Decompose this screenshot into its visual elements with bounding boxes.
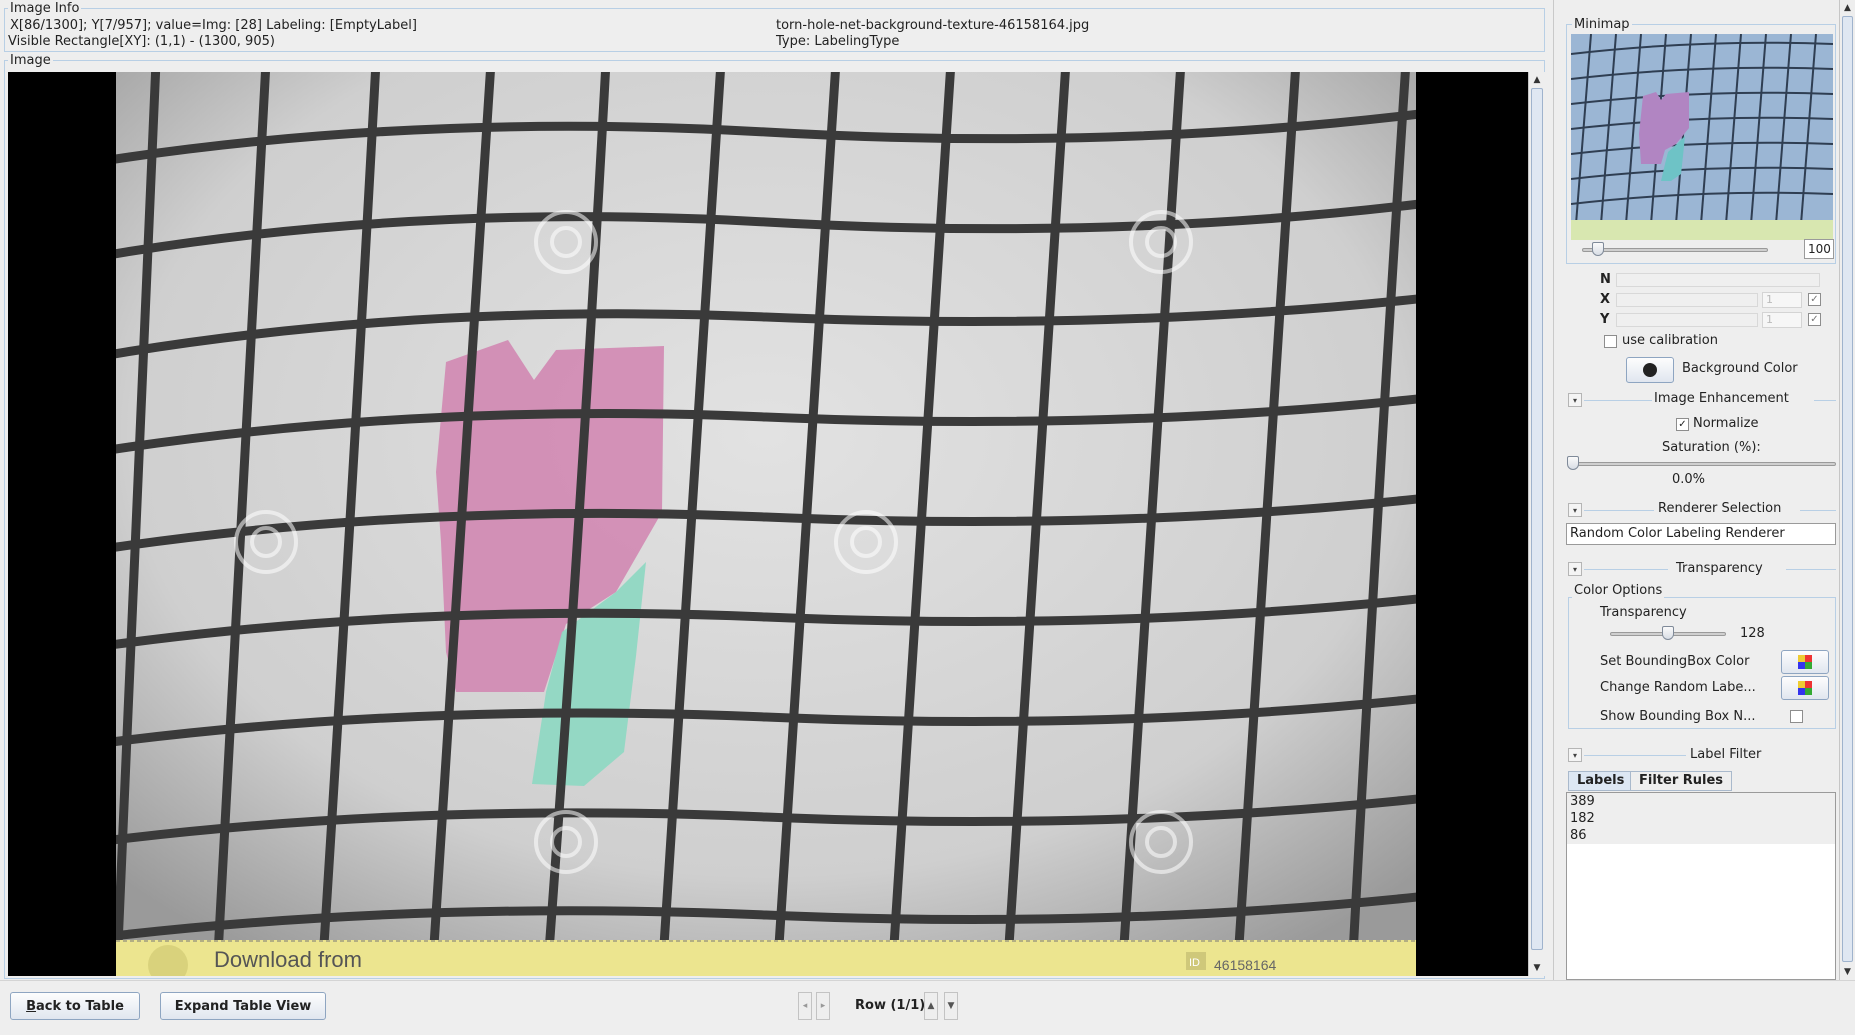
net-image: Download from ID 46158164 <box>116 72 1416 976</box>
change-random-label: Change Random Labe... <box>1600 680 1756 695</box>
panel-scroll-down-icon[interactable]: ▼ <box>1840 964 1855 980</box>
image-enhancement-line-right <box>1814 400 1836 401</box>
tab-labels[interactable]: Labels <box>1568 771 1634 791</box>
scroll-up-arrow-icon[interactable]: ▲ <box>1529 72 1545 88</box>
image-type: Type: LabelingType <box>776 34 900 49</box>
palette-icon <box>1798 655 1812 669</box>
x-checkbox[interactable]: ✓ <box>1808 293 1821 306</box>
image-vertical-scrollbar[interactable]: ▲ ▼ <box>1528 72 1545 976</box>
x-field: 1 <box>1762 292 1802 308</box>
background-color-label: Background Color <box>1682 361 1798 376</box>
panel-scroll-up-icon[interactable]: ▲ <box>1840 0 1855 16</box>
banner-download-text: Download from <box>214 947 362 972</box>
y-scrollbar <box>1616 313 1758 327</box>
saturation-label: Saturation (%): <box>1662 440 1761 455</box>
renderer-list[interactable]: Random Color Labeling Renderer <box>1566 523 1836 545</box>
color-options-title: Color Options <box>1572 583 1665 598</box>
renderer-line-right <box>1800 510 1836 511</box>
tab-filter-rules[interactable]: Filter Rules <box>1630 771 1733 791</box>
back-to-table-button[interactable]: Back to Table <box>10 992 140 1020</box>
normalize-label: Normalize <box>1693 416 1759 431</box>
cursor-coordinates: X[86/1300]; Y[7/957]; value=Img: [28] La… <box>10 18 417 33</box>
minimap-zoom-track[interactable] <box>1582 248 1768 252</box>
saturation-value: 0.0% <box>1672 472 1706 487</box>
image-enhancement-line-left <box>1584 400 1652 401</box>
list-item[interactable]: 182 <box>1567 810 1835 827</box>
y-label: Y <box>1600 312 1610 327</box>
renderer-selection-title: Renderer Selection <box>1658 501 1782 516</box>
change-random-label-button[interactable] <box>1781 676 1829 700</box>
renderer-line-left <box>1584 510 1654 511</box>
image-canvas[interactable]: Download from ID 46158164 <box>8 72 1528 976</box>
transparency-value: 128 <box>1740 626 1765 641</box>
palette-icon <box>1798 681 1812 695</box>
saturation-track[interactable] <box>1568 462 1836 466</box>
transparency-label: Transparency <box>1600 605 1687 620</box>
expand-table-view-button[interactable]: Expand Table View <box>160 992 326 1020</box>
color-dot-icon <box>1643 363 1657 377</box>
row-down-icon[interactable]: ▼ <box>944 992 958 1020</box>
label-filter-line-left <box>1584 755 1698 756</box>
right-settings-panel: ▲ ▼ Minimap 100 N X 1 ✓ Y 1 ✓ use calibr… <box>1553 0 1855 980</box>
label-filter-collapse-icon[interactable]: ▾ <box>1568 748 1582 762</box>
transparency-line-right <box>1786 569 1836 570</box>
image-info-title: Image Info <box>8 1 82 16</box>
background-color-button[interactable] <box>1626 357 1674 383</box>
y-checkbox[interactable]: ✓ <box>1808 313 1821 326</box>
list-item[interactable]: 389 <box>1567 793 1835 810</box>
list-item[interactable]: 86 <box>1567 827 1835 844</box>
use-calibration-checkbox[interactable] <box>1604 335 1617 348</box>
n-scrollbar <box>1616 273 1820 287</box>
minimap-banner <box>1571 220 1833 240</box>
y-field: 1 <box>1762 312 1802 328</box>
set-bbox-color-button[interactable] <box>1781 650 1829 674</box>
minimap-zoom-thumb[interactable] <box>1592 242 1604 256</box>
panel-vertical-scrollbar[interactable]: ▲ ▼ <box>1839 0 1855 980</box>
row-up-icon[interactable]: ▲ <box>924 992 938 1020</box>
image-filename: torn-hole-net-background-texture-4615816… <box>776 18 1090 33</box>
row-next-icon[interactable]: ▸ <box>816 992 830 1020</box>
image-enhancement-collapse-icon[interactable]: ▾ <box>1568 393 1582 407</box>
show-bbox-name-checkbox[interactable] <box>1790 710 1803 723</box>
banner-id-number: 46158164 <box>1214 957 1277 973</box>
bottom-toolbar: Back to Table Expand Table View ◂ ▸ Row … <box>0 980 1855 1035</box>
visible-rectangle: Visible Rectangle[XY]: (1,1) - (1300, 90… <box>8 34 275 49</box>
n-label: N <box>1600 272 1611 287</box>
minimap-view[interactable] <box>1571 34 1833 240</box>
image-panel-title: Image <box>8 53 53 68</box>
labels-list[interactable]: 389 182 86 <box>1566 792 1836 980</box>
scroll-thumb[interactable] <box>1531 88 1543 950</box>
image-enhancement-title: Image Enhancement <box>1654 391 1789 406</box>
saturation-thumb[interactable] <box>1567 456 1579 470</box>
minimap-title: Minimap <box>1572 17 1632 32</box>
transparency-thumb[interactable] <box>1662 626 1674 640</box>
transparency-line-left <box>1584 569 1668 570</box>
banner-id-label: ID <box>1189 957 1200 969</box>
minimap-zoom-field[interactable]: 100 <box>1804 239 1834 259</box>
x-scrollbar <box>1616 293 1758 307</box>
use-calibration-label: use calibration <box>1622 333 1718 348</box>
main-viewer: Image Info X[86/1300]; Y[7/957]; value=I… <box>0 0 1553 980</box>
row-prev-icon[interactable]: ◂ <box>798 992 812 1020</box>
transparency-collapse-icon[interactable]: ▾ <box>1568 562 1582 576</box>
x-label: X <box>1600 292 1611 307</box>
show-bbox-name-label: Show Bounding Box N... <box>1600 709 1756 724</box>
scroll-down-arrow-icon[interactable]: ▼ <box>1529 960 1545 976</box>
set-bbox-color-label: Set BoundingBox Color <box>1600 654 1750 669</box>
transparency-section-title: Transparency <box>1676 561 1763 576</box>
normalize-checkbox[interactable]: ✓ <box>1676 418 1689 431</box>
row-indicator: Row (1/1) <box>855 998 926 1013</box>
renderer-collapse-icon[interactable]: ▾ <box>1568 503 1582 517</box>
panel-scroll-thumb[interactable] <box>1842 16 1853 962</box>
label-filter-title: Label Filter <box>1686 747 1766 762</box>
